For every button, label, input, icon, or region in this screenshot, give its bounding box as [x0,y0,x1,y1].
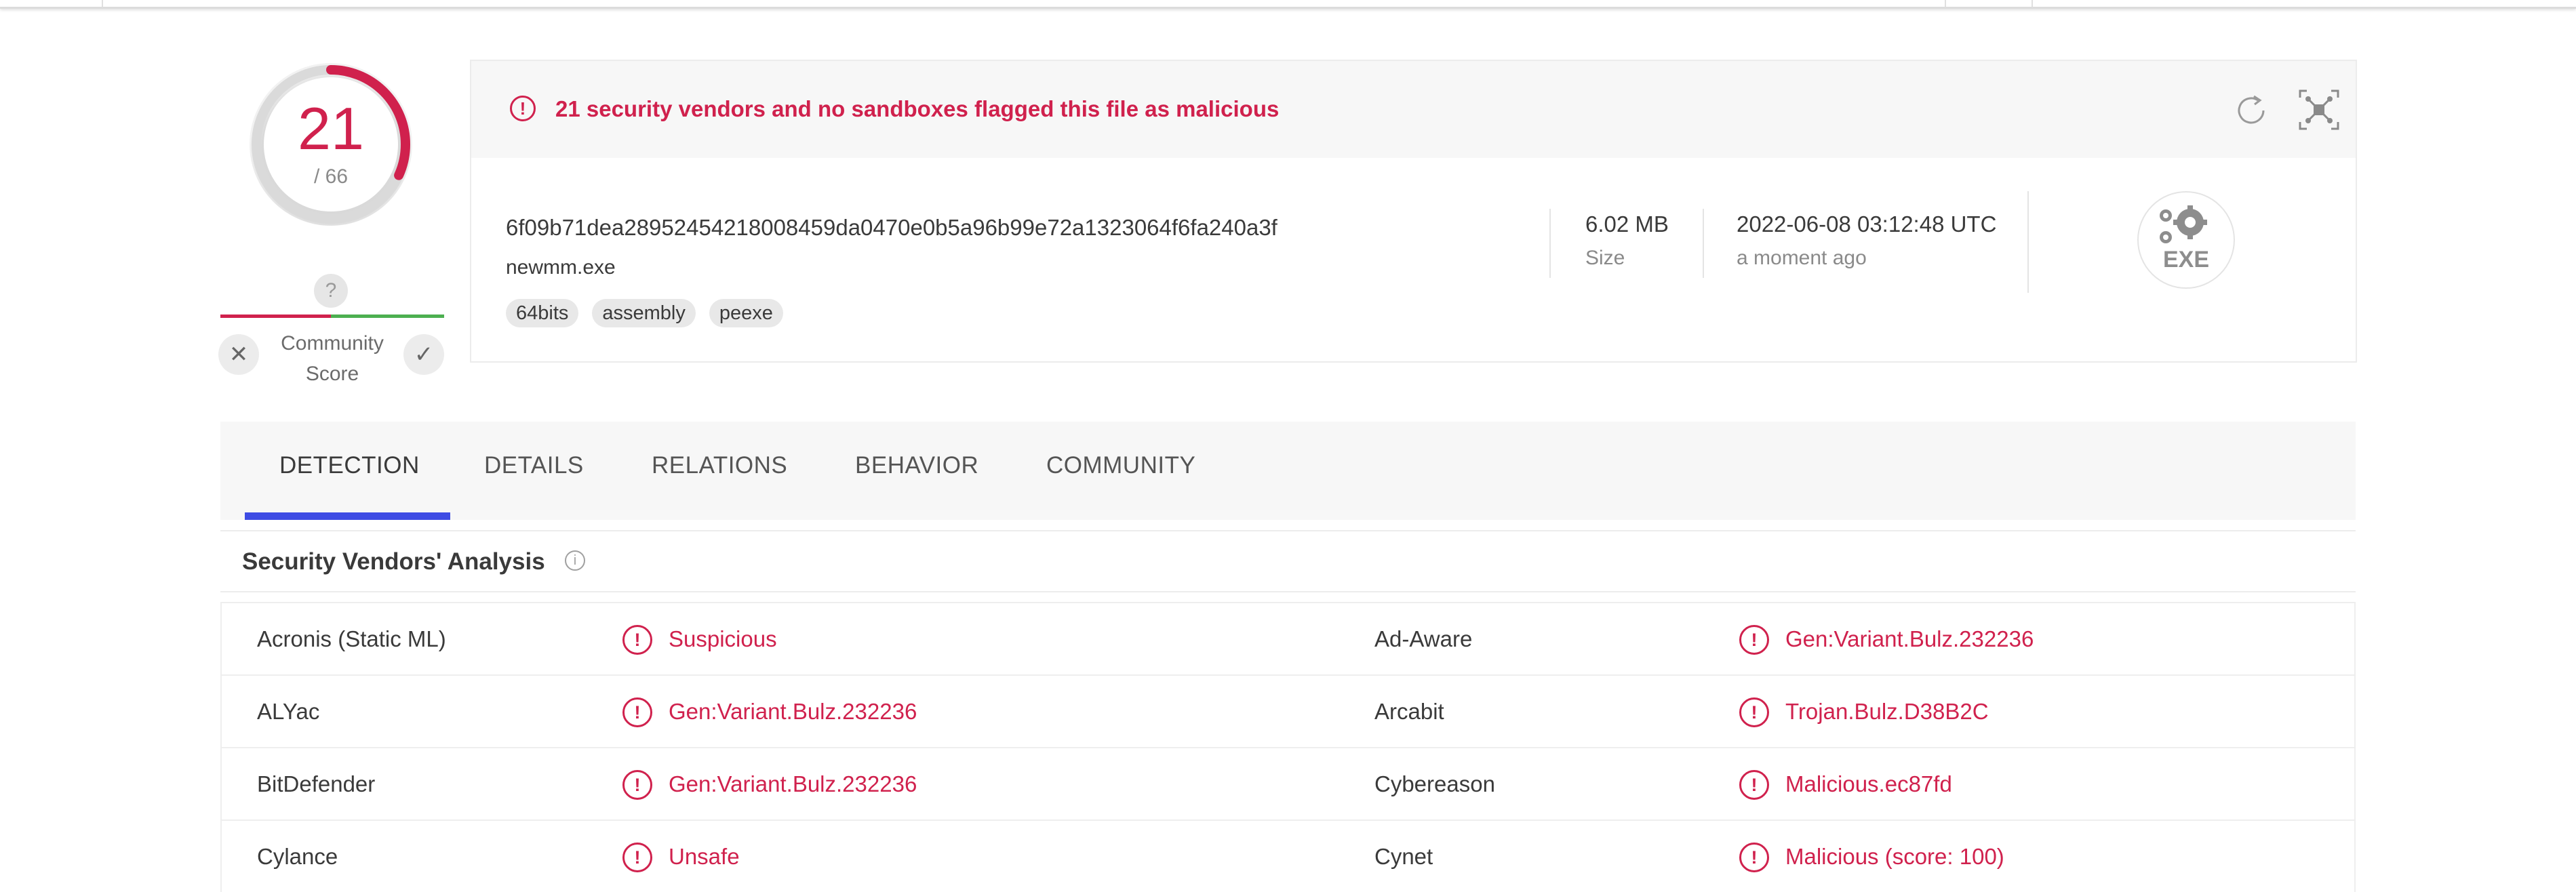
table-row: ALYac ! Gen:Variant.Bulz.232236 Arcabit … [220,674,2356,747]
divider [1549,209,1551,278]
malicious-icon: ! [1739,625,1769,655]
close-icon: ✕ [229,342,249,367]
file-type-icon: EXE [2137,191,2235,289]
alert-icon: ! [510,96,536,121]
section-header: Security Vendors' Analysis i [220,530,2356,592]
malicious-icon: ! [1739,697,1769,727]
header-divider [102,0,103,7]
vendor-name: Cylance [257,844,338,869]
detection-result: Suspicious [669,626,777,651]
malicious-icon: ! [622,697,652,727]
community-bar-negative [220,315,331,318]
check-icon: ✓ [414,342,434,367]
table-row: Acronis (Static ML) ! Suspicious Ad-Awar… [220,602,2356,674]
alert-banner: ! 21 security vendors and no sandboxes f… [471,61,2356,158]
top-header-bar [0,0,2576,9]
graph-icon[interactable] [2297,88,2341,131]
detection-result: Malicious.ec87fd [1785,771,1952,796]
file-name: newmm.exe [506,256,616,279]
header-divider [1945,0,1946,7]
community-unknown-icon: ? [314,274,348,308]
detection-result: Malicious (score: 100) [1785,844,2004,869]
tag-chip[interactable]: 64bits [506,299,579,327]
detection-score-gauge: 21 / 66 [246,60,416,229]
malicious-icon: ! [622,843,652,872]
last-analysis-relative: a moment ago [1737,247,1867,269]
community-bar-positive [331,315,444,318]
tab-behavior[interactable]: BEHAVIOR [855,452,978,479]
tab-detection[interactable]: DETECTION [279,452,420,479]
table-row: BitDefender ! Gen:Variant.Bulz.232236 Cy… [220,747,2356,819]
vendor-name: Cynet [1374,844,1433,869]
active-tab-indicator [245,512,450,520]
divider [2027,191,2029,293]
vote-malicious-button[interactable]: ✕ [218,334,259,375]
malicious-icon: ! [622,770,652,800]
detection-result: Gen:Variant.Bulz.232236 [669,699,917,724]
tab-community[interactable]: COMMUNITY [1046,452,1195,479]
vendor-name: Acronis (Static ML) [257,626,446,651]
malicious-icon: ! [622,625,652,655]
detection-result: Gen:Variant.Bulz.232236 [669,771,917,796]
vendor-name: Cybereason [1374,771,1495,796]
detection-result: Gen:Variant.Bulz.232236 [1785,626,2034,651]
vendor-name: Arcabit [1374,699,1444,724]
community-label-line2: Score [305,363,359,385]
detected-count: 21 [298,95,364,162]
tag-chip[interactable]: assembly [592,299,696,327]
vendor-results-table: Acronis (Static ML) ! Suspicious Ad-Awar… [220,602,2356,892]
header-divider [2032,0,2033,7]
total-engines: / 66 [313,165,349,188]
file-hash[interactable]: 6f09b71dea28952454218008459da0470e0b5a96… [506,215,1277,241]
reanalyze-icon[interactable] [2231,90,2272,131]
vendor-name: ALYac [257,699,320,724]
tab-details[interactable]: DETAILS [484,452,584,479]
community-label-line1: Community [281,332,384,354]
community-score-label: Community Score [268,328,397,389]
malicious-icon: ! [1739,843,1769,872]
tag-chip[interactable]: peexe [709,299,783,327]
gears-icon [2160,205,2207,243]
tab-bar: DETECTION DETAILS RELATIONS BEHAVIOR COM… [220,422,2356,520]
vendor-name: BitDefender [257,771,376,796]
file-size-value: 6.02 MB [1585,211,1669,237]
info-icon[interactable]: i [565,550,585,571]
divider [1703,209,1704,278]
tab-relations[interactable]: RELATIONS [652,452,787,479]
detection-result: Unsafe [669,844,740,869]
last-analysis-date: 2022-06-08 03:12:48 UTC [1737,211,1997,237]
file-tags: 64bits assembly peexe [506,299,783,327]
alert-message: 21 security vendors and no sandboxes fla… [555,96,1280,121]
detection-result: Trojan.Bulz.D38B2C [1785,699,1989,724]
malicious-icon: ! [1739,770,1769,800]
file-type-label: EXE [2162,247,2210,272]
file-size-label: Size [1585,247,1625,269]
section-title: Security Vendors' Analysis [242,548,545,575]
vote-harmless-button[interactable]: ✓ [403,334,444,375]
vendor-name: Ad-Aware [1374,626,1473,651]
table-row: Cylance ! Unsafe Cynet ! Malicious (scor… [220,819,2356,892]
file-summary-card: ! 21 security vendors and no sandboxes f… [470,60,2357,363]
